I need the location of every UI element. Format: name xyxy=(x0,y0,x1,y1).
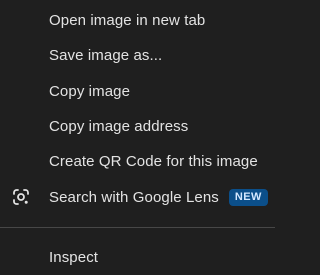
menu-item-label: Copy image xyxy=(49,82,131,100)
menu-item-create-qr-code[interactable]: Create QR Code for this image xyxy=(0,145,275,177)
new-badge: NEW xyxy=(228,188,268,206)
menu-item-open-image-new-tab[interactable]: Open image in new tab xyxy=(0,4,275,36)
menu-item-label: Inspect xyxy=(49,248,99,266)
context-menu: Open image in new tab Save image as... C… xyxy=(0,0,275,275)
menu-item-label: Open image in new tab xyxy=(49,11,206,29)
menu-item-copy-image[interactable]: Copy image xyxy=(0,75,275,107)
menu-item-search-google-lens[interactable]: Search with Google Lens NEW xyxy=(0,181,275,213)
menu-item-label: Create QR Code for this image xyxy=(49,152,258,170)
menu-item-inspect[interactable]: Inspect xyxy=(0,241,275,273)
google-lens-icon xyxy=(11,187,31,207)
menu-item-label: Copy image address xyxy=(49,117,189,135)
menu-item-label: Save image as... xyxy=(49,46,163,64)
menu-item-copy-image-address[interactable]: Copy image address xyxy=(0,110,275,142)
menu-divider xyxy=(0,227,275,228)
menu-item-save-image-as[interactable]: Save image as... xyxy=(0,39,275,71)
menu-item-label: Search with Google Lens xyxy=(49,188,219,206)
